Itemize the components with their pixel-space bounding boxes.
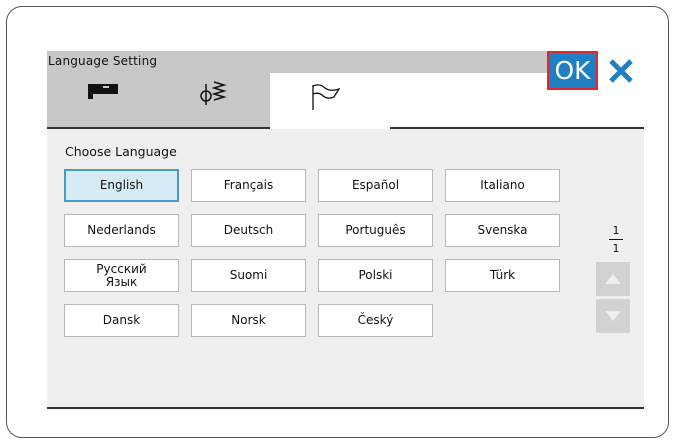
lang-button-dansk[interactable]: Dansk xyxy=(64,304,179,337)
lang-button-portugues[interactable]: Português xyxy=(318,214,433,247)
lang-button-italiano[interactable]: Italiano xyxy=(445,169,560,202)
lang-button-nederlands[interactable]: Nederlands xyxy=(64,214,179,247)
lang-button-suomi[interactable]: Suomi xyxy=(191,259,306,292)
close-button[interactable] xyxy=(598,51,644,90)
sewing-machine-icon xyxy=(88,84,118,99)
title-bar: Language Setting xyxy=(47,51,547,73)
lang-button-francais[interactable]: Français xyxy=(191,169,306,202)
lang-button-english[interactable]: English xyxy=(64,169,179,202)
lang-button-svenska[interactable]: Svenska xyxy=(445,214,560,247)
stitch-needle-icon xyxy=(200,81,227,105)
window-title: Language Setting xyxy=(48,54,158,68)
page-up-button[interactable] xyxy=(596,262,630,296)
tab-stitch[interactable] xyxy=(157,73,270,129)
arrow-down-icon xyxy=(605,311,621,321)
tab-language[interactable] xyxy=(270,73,390,127)
arrow-up-icon xyxy=(605,274,621,284)
language-panel: Choose Language English Français Español… xyxy=(47,129,644,409)
lang-button-deutsch[interactable]: Deutsch xyxy=(191,214,306,247)
page-indicator: 1 1 xyxy=(605,224,627,255)
lang-button-norsk[interactable]: Norsk xyxy=(191,304,306,337)
lang-button-polski[interactable]: Polski xyxy=(318,259,433,292)
choose-language-heading: Choose Language xyxy=(65,144,177,159)
page-down-button[interactable] xyxy=(596,299,630,333)
lang-button-turk[interactable]: Türk xyxy=(445,259,560,292)
tab-machine[interactable] xyxy=(47,73,157,129)
page-current: 1 xyxy=(612,224,620,237)
page-divider xyxy=(609,239,623,240)
lang-button-cesky[interactable]: Český xyxy=(318,304,433,337)
close-icon xyxy=(609,59,633,83)
ok-button[interactable]: OK xyxy=(547,51,598,90)
flag-icon xyxy=(312,84,341,110)
lang-button-russian[interactable]: Русский Язык xyxy=(64,259,179,292)
lang-button-espanol[interactable]: Español xyxy=(318,169,433,202)
page-total: 1 xyxy=(612,242,620,255)
screen: Language Setting OK Choose Language Engl… xyxy=(47,51,644,409)
